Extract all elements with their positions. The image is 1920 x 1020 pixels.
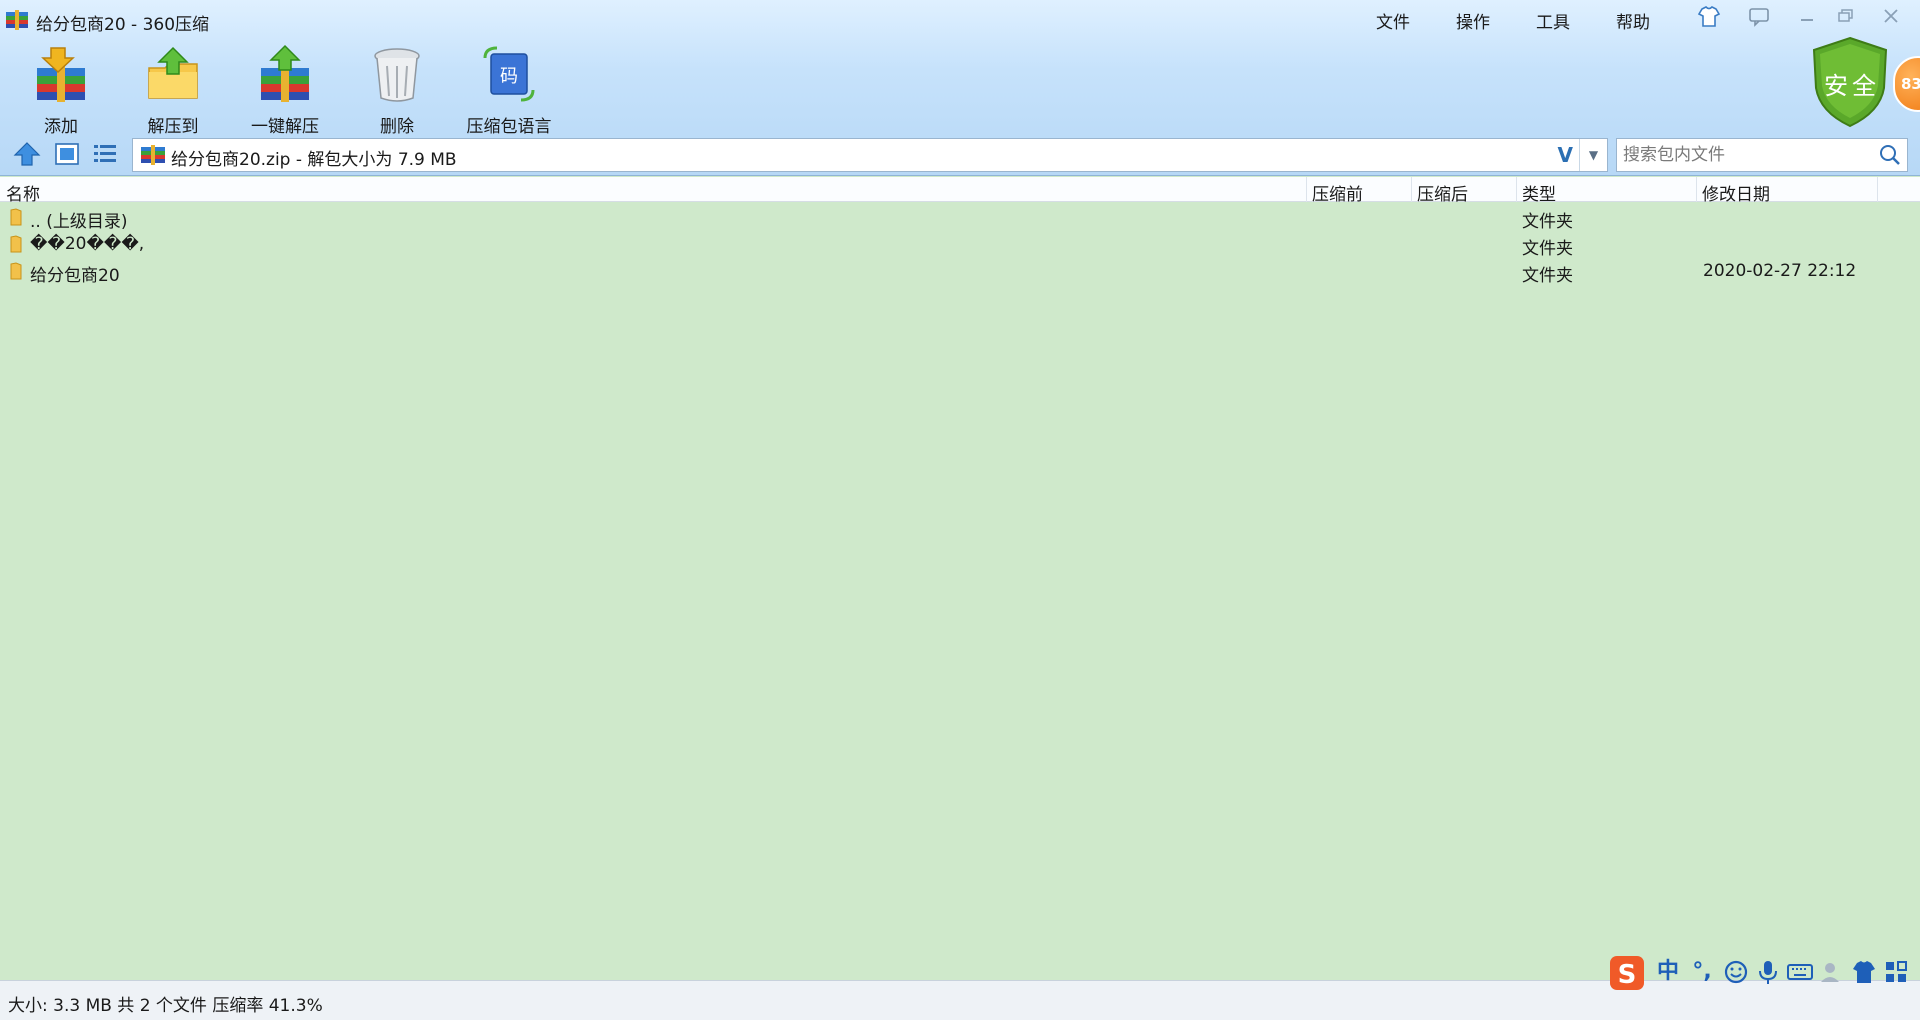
- add-button[interactable]: 添加: [6, 44, 116, 137]
- grid-menu-icon[interactable]: [1882, 958, 1910, 986]
- sogou-logo-icon[interactable]: S: [1608, 954, 1646, 992]
- path-bar[interactable]: 给分包商20.zip - 解包大小为 7.9 MB V ▼: [132, 138, 1608, 172]
- archive-language-button[interactable]: 码 压缩包语言: [454, 44, 564, 137]
- column-divider[interactable]: [1696, 177, 1697, 202]
- column-divider[interactable]: [1516, 177, 1517, 202]
- row-name: 给分包商20: [30, 266, 120, 286]
- one-click-extract-label: 一键解压: [251, 117, 319, 137]
- table-row[interactable]: 给分包商20 文件夹 2020-02-27 22:12: [0, 258, 1920, 286]
- search-box[interactable]: [1616, 138, 1908, 172]
- column-header: 名称 压缩前 压缩后 类型 修改日期: [0, 177, 1920, 205]
- table-row[interactable]: ��20���, 文件夹: [0, 231, 1920, 259]
- chevron-down-icon[interactable]: ▼: [1579, 139, 1607, 171]
- title-bar: 给分包商20 - 360压缩 文件 操作 工具 帮助: [0, 0, 1920, 40]
- ime-punct-label[interactable]: °,: [1688, 958, 1716, 986]
- search-icon[interactable]: [1877, 143, 1903, 167]
- table-row[interactable]: .. (上级目录) 文件夹: [0, 204, 1920, 232]
- security-shield[interactable]: 安全: [1810, 36, 1890, 128]
- add-archive-icon: [37, 47, 85, 102]
- column-divider[interactable]: [1411, 177, 1412, 202]
- menu-file[interactable]: 文件: [1376, 8, 1410, 33]
- microphone-icon[interactable]: [1754, 958, 1782, 986]
- emoji-icon[interactable]: [1722, 958, 1750, 986]
- row-name: .. (上级目录): [30, 212, 128, 232]
- user-icon[interactable]: [1818, 958, 1846, 986]
- ime-mode-label[interactable]: 中: [1654, 958, 1682, 986]
- row-name: ��20���,: [30, 234, 145, 254]
- window-title: 给分包商20 - 360压缩: [36, 15, 210, 35]
- close-icon[interactable]: [1876, 4, 1906, 30]
- up-arrow-icon[interactable]: [12, 140, 42, 168]
- row-type: 文件夹: [1522, 239, 1573, 259]
- menu-help[interactable]: 帮助: [1616, 8, 1650, 33]
- zip-file-icon: [141, 145, 165, 165]
- folder-up-icon: [148, 46, 198, 99]
- row-type: 文件夹: [1522, 212, 1573, 232]
- extract-to-button[interactable]: 解压到: [118, 44, 228, 137]
- encoding-icon: 码: [483, 46, 535, 102]
- row-type: 文件夹: [1522, 266, 1573, 286]
- list-view-icon[interactable]: [90, 140, 120, 168]
- add-label: 添加: [44, 117, 78, 137]
- column-divider[interactable]: [1877, 177, 1878, 202]
- security-score-badge[interactable]: 83: [1893, 56, 1920, 112]
- file-list[interactable]: .. (上级目录) 文件夹 ��20���, 文件夹 给分包商20 文件夹 20…: [0, 202, 1920, 980]
- keyboard-icon[interactable]: [1786, 958, 1814, 986]
- status-text: 大小: 3.3 MB 共 2 个文件 压缩率 41.3%: [8, 996, 323, 1016]
- folder-icon: [10, 208, 22, 226]
- delete-label: 删除: [380, 117, 414, 137]
- restore-icon[interactable]: [1830, 4, 1860, 30]
- menu-tools[interactable]: 工具: [1536, 8, 1570, 33]
- delete-button[interactable]: 删除: [342, 44, 452, 137]
- feedback-icon[interactable]: [1744, 4, 1774, 30]
- row-modified: 2020-02-27 22:12: [1703, 261, 1857, 281]
- v-icon[interactable]: V: [1558, 143, 1573, 167]
- ime-toolbar[interactable]: S 中 °,: [1608, 952, 1920, 992]
- skin-shirt-icon[interactable]: [1850, 958, 1878, 986]
- archive-language-label: 压缩包语言: [466, 117, 552, 137]
- archive-path-text: 给分包商20.zip - 解包大小为 7.9 MB: [171, 150, 457, 170]
- svg-text:S: S: [1618, 960, 1637, 990]
- folder-icon: [10, 262, 22, 280]
- folder-icon: [10, 235, 22, 253]
- menu-operate[interactable]: 操作: [1456, 8, 1490, 33]
- column-divider[interactable]: [1306, 177, 1307, 202]
- app-icon: [6, 10, 28, 30]
- svg-text:码: 码: [500, 66, 518, 87]
- extract-to-label: 解压到: [147, 117, 199, 137]
- quick-extract-icon: [261, 44, 309, 102]
- skin-shirt-icon[interactable]: [1694, 4, 1724, 30]
- search-input[interactable]: [1623, 143, 1863, 167]
- one-click-extract-button[interactable]: 一键解压: [230, 44, 340, 137]
- security-label: 安全: [1824, 72, 1880, 100]
- minimize-icon[interactable]: [1792, 4, 1822, 30]
- thumbnail-view-icon[interactable]: [52, 140, 82, 168]
- trash-icon: [374, 48, 420, 102]
- toolbar-area: 给分包商20 - 360压缩 文件 操作 工具 帮助 添加 解压到 一键解压 删…: [0, 0, 1920, 176]
